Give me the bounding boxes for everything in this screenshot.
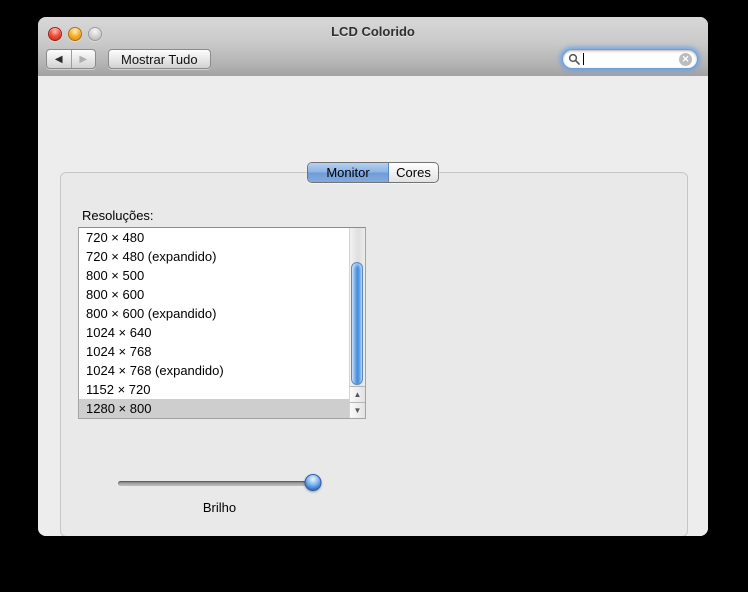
show-all-button[interactable]: Mostrar Tudo xyxy=(108,49,211,69)
pane-content: Monitor Cores Resoluções: 720 × 480 720 ×… xyxy=(38,76,708,536)
scroll-down-icon[interactable]: ▼ xyxy=(350,402,365,418)
scroll-up-icon[interactable]: ▲ xyxy=(350,386,365,402)
clear-search-icon[interactable]: ✕ xyxy=(679,52,692,66)
list-item[interactable]: 1024 × 768 (expandido) xyxy=(79,361,349,380)
list-item[interactable]: 720 × 480 (expandido) xyxy=(79,247,349,266)
list-item[interactable]: 800 × 500 xyxy=(79,266,349,285)
list-item[interactable]: 1024 × 640 xyxy=(79,323,349,342)
slider-knob[interactable] xyxy=(304,474,322,491)
list-item[interactable]: 720 × 480 xyxy=(79,228,349,247)
list-item[interactable]: 1152 × 720 xyxy=(79,380,349,399)
list-item[interactable]: 800 × 600 (expandido) xyxy=(79,304,349,323)
list-item[interactable]: 1024 × 768 xyxy=(79,342,349,361)
slider-track[interactable] xyxy=(118,481,321,486)
tab-bar: Monitor Cores xyxy=(307,162,439,183)
window-title: LCD Colorido xyxy=(331,24,415,39)
brightness-label: Brilho xyxy=(202,500,237,515)
back-icon: ◀ xyxy=(54,53,63,65)
scrollbar[interactable]: ▲ ▼ xyxy=(349,228,365,418)
forward-button-disabled: ▶ xyxy=(72,50,96,68)
tab-monitor[interactable]: Monitor xyxy=(308,163,389,182)
text-caret xyxy=(583,53,584,65)
preferences-window: LCD Colorido ◀ ▶ Mostrar Tudo ✕ Monitor … xyxy=(38,17,708,536)
nav-back-forward: ◀ ▶ xyxy=(46,49,96,69)
forward-icon: ▶ xyxy=(79,53,88,65)
title-toolbar: LCD Colorido ◀ ▶ Mostrar Tudo ✕ xyxy=(38,17,708,77)
scrollbar-arrows: ▲ ▼ xyxy=(350,386,365,418)
list-item[interactable]: 1280 × 800 xyxy=(79,399,349,418)
search-input[interactable]: ✕ xyxy=(562,49,698,69)
scrollbar-thumb[interactable] xyxy=(351,262,363,385)
back-button[interactable]: ◀ xyxy=(47,50,72,68)
search-icon xyxy=(568,53,580,65)
resolution-listbox: 720 × 480 720 × 480 (expandido) 800 × 500 8… xyxy=(78,227,366,419)
brightness-slider[interactable] xyxy=(118,474,322,492)
resolution-list: 720 × 480 720 × 480 (expandido) 800 × 500 8… xyxy=(79,228,349,418)
list-item[interactable]: 800 × 600 xyxy=(79,285,349,304)
tab-cores[interactable]: Cores xyxy=(389,163,438,182)
resolutions-label: Resoluções: xyxy=(82,208,154,223)
